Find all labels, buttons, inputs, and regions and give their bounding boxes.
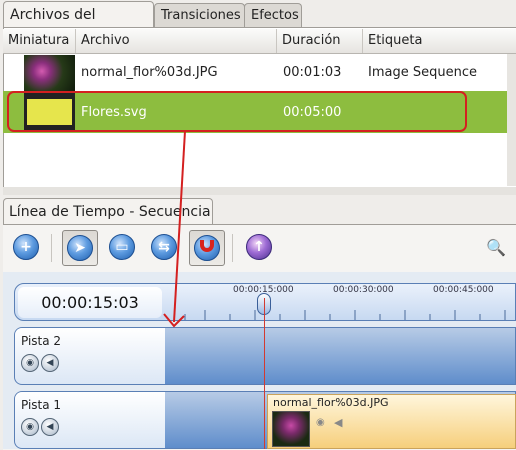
- annotation-highlight-box: [7, 91, 467, 132]
- annotation-arrow-line: [173, 130, 186, 323]
- annotation-overlay: [7, 91, 467, 328]
